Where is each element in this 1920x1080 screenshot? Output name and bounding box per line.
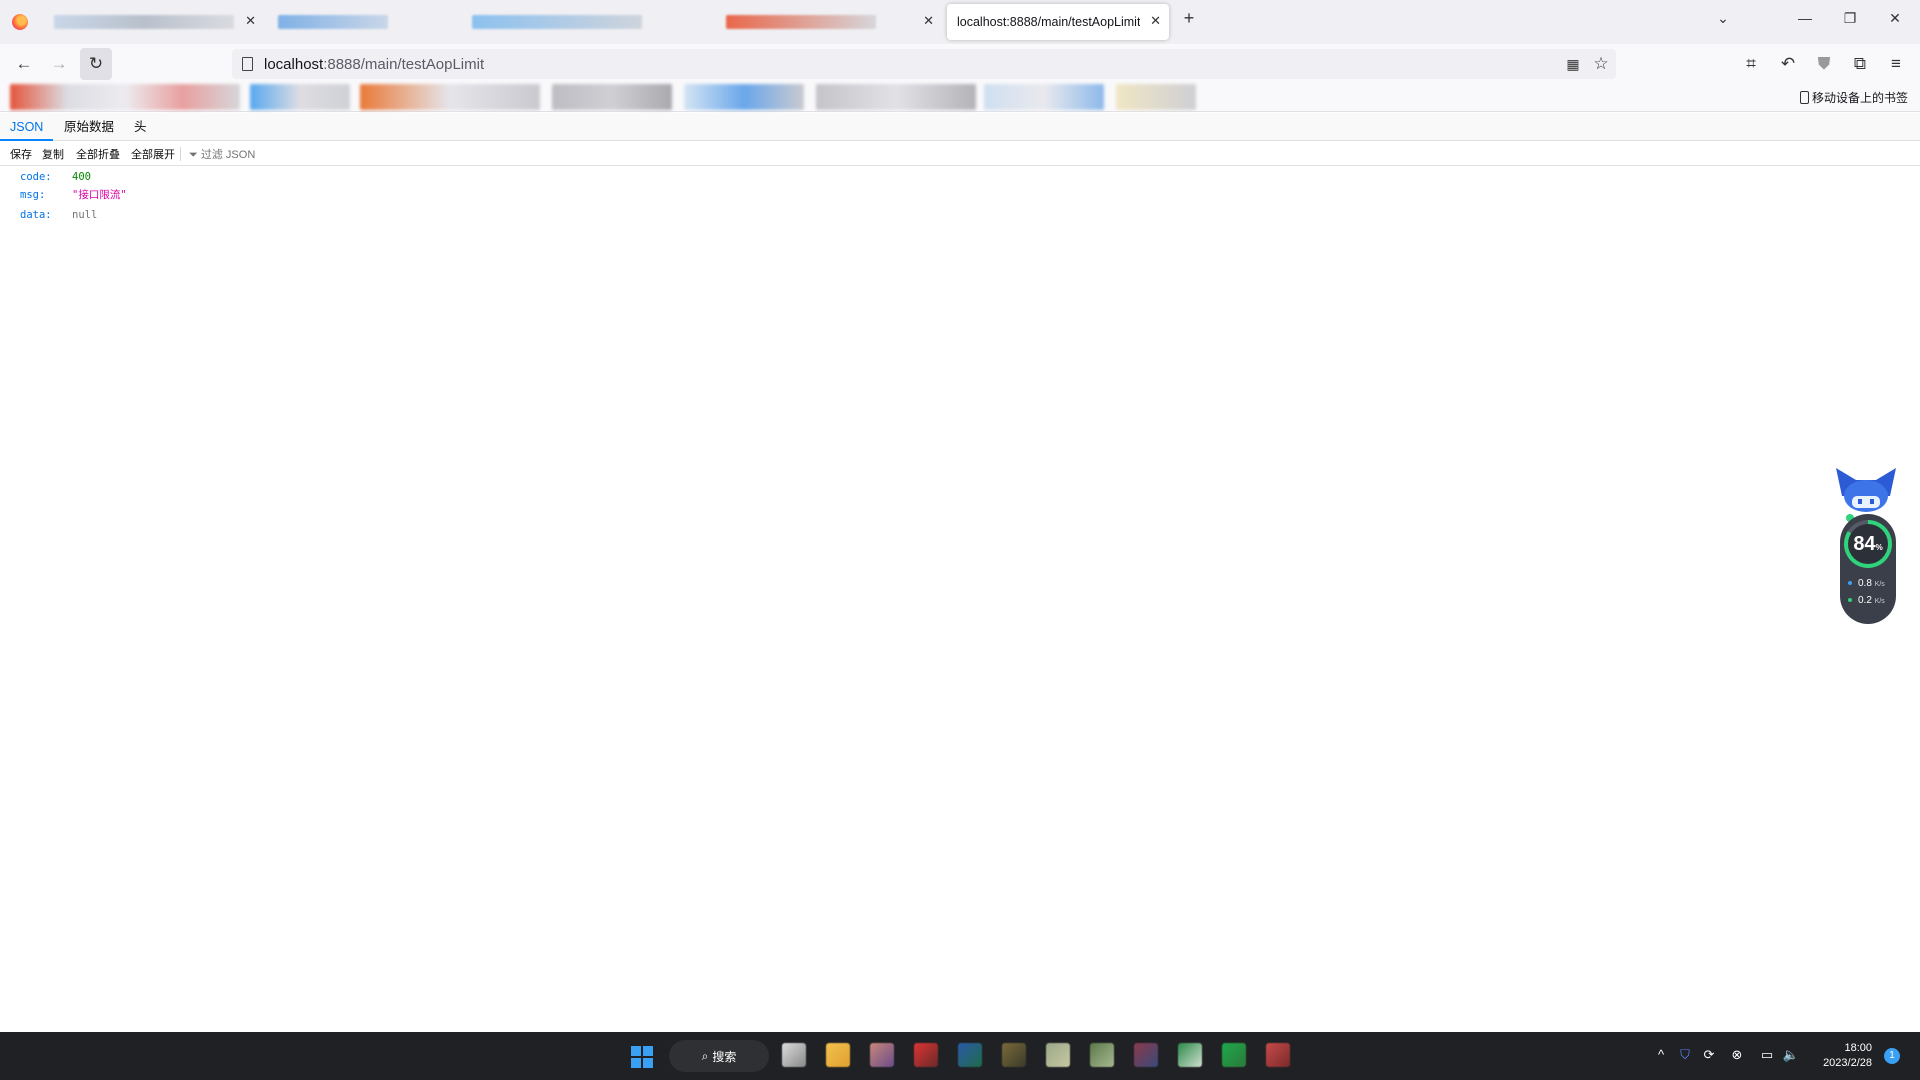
taskbar-search[interactable]: ⌕ 搜索 [669,1040,769,1072]
search-icon: ⌕ [701,1048,709,1063]
tab-raw-data[interactable]: 原始数据 [54,113,124,141]
shield-extension-icon[interactable]: ⛊ [1813,53,1835,75]
taskbar-app-icon[interactable] [1002,1043,1026,1067]
bookmark-item-blurred[interactable] [360,84,540,110]
undo-arrow-icon[interactable]: ↶ [1777,53,1799,75]
taskbar-app-icon[interactable] [870,1043,894,1067]
filter-funnel-icon: ⏷ [189,149,198,161]
taskview-icon[interactable] [782,1043,806,1067]
save-button[interactable]: 保存 [10,146,32,162]
reload-icon[interactable]: ↻ [85,53,107,75]
taskbar-app-icon[interactable] [1134,1043,1158,1067]
forward-arrow-icon[interactable]: → [48,53,70,75]
url-text[interactable]: localhost:8888/main/testAopLimit [264,56,484,73]
taskbar-app-icon[interactable] [1222,1043,1246,1067]
bookmarks-toolbar: 移动设备上的书签 [0,84,1920,112]
bookmark-item-blurred[interactable] [10,84,240,110]
taskbar-app-icon[interactable] [1266,1043,1290,1067]
new-tab-button[interactable]: + [1174,8,1204,29]
close-icon[interactable]: ✕ [923,13,934,29]
bookmark-item-blurred[interactable] [984,84,1104,110]
firefox-logo-icon[interactable] [12,14,28,30]
tab-json[interactable]: JSON [0,113,54,141]
taskbar-app-icon[interactable] [1090,1043,1114,1067]
json-key: data: [20,209,52,221]
json-row-code: code: 400 [20,168,91,186]
taskbar-app-icon[interactable] [1046,1043,1070,1067]
json-row-data: data: null [20,206,97,224]
windows-start-icon[interactable] [631,1046,653,1068]
tab-strip: ✕ ✕ localhost:8888/main/testAopLimit ✕ +… [0,0,1920,44]
mobile-bookmarks-label: 移动设备上的书签 [1811,91,1908,105]
phone-icon [1799,91,1809,104]
screenshot-crop-icon[interactable]: ⌗ [1740,53,1762,75]
collapse-all-button[interactable]: 全部折叠 [76,146,120,162]
back-arrow-icon[interactable]: ← [13,53,35,75]
upload-speed: 0.8 K/s [1848,578,1885,589]
usage-percent: 84% [1848,524,1888,564]
sync-tray-icon[interactable]: ⟳ [1700,1047,1718,1063]
network-tray-icon[interactable]: ▭ [1758,1047,1776,1063]
bookmark-item-blurred[interactable] [684,84,804,110]
address-bar[interactable]: localhost:8888/main/testAopLimit ▦ ☆ [232,49,1616,79]
tab-headers[interactable]: 头 [124,113,157,141]
bookmark-item-blurred[interactable] [1116,84,1196,110]
copy-button[interactable]: 复制 [42,146,64,162]
json-row-msg: msg: "接口限流" [20,186,127,204]
close-circle-tray-icon[interactable]: ⊗ [1728,1047,1746,1063]
json-value-null: null [72,209,98,221]
bookmark-item-blurred[interactable] [552,84,672,110]
shield-tray-icon[interactable]: ⛉ [1676,1047,1694,1063]
navigation-toolbar: ← → ↻ localhost:8888/main/testAopLimit ▦… [0,44,1920,84]
json-viewer-tabs: JSON 原始数据 头 [0,113,1920,141]
search-label: 搜索 [712,1049,737,1064]
bookmark-item-blurred[interactable] [816,84,976,110]
notification-badge[interactable]: 1 [1884,1048,1900,1064]
close-tab-icon[interactable]: ✕ [1150,13,1161,29]
page-icon [242,57,253,71]
clock-date: 2023/2/28 [1823,1057,1872,1069]
file-explorer-icon[interactable] [826,1043,850,1067]
json-value-string: "接口限流" [72,189,127,201]
network-monitor-widget[interactable]: 84% 0.8 K/s 0.2 K/s [1832,466,1902,626]
usage-ring: 84% [1844,520,1892,568]
taskbar: ⌕ 搜索 ^ ⛉ ⟳ ⊗ ▭ 🔈 18:00 2023/2/28 1 [0,1032,1920,1080]
volume-tray-icon[interactable]: 🔈 [1782,1047,1800,1063]
tab-blurred-3[interactable] [462,4,702,40]
tab-active[interactable]: localhost:8888/main/testAopLimit ✕ [947,4,1169,40]
clock-time: 18:00 [1844,1042,1872,1054]
taskbar-app-icon[interactable] [1178,1043,1202,1067]
gauge-panel: 84% 0.8 K/s 0.2 K/s [1840,514,1896,624]
restore-button[interactable]: ❐ [1835,10,1865,27]
tab-blurred-2[interactable] [268,4,458,40]
tab-title: localhost:8888/main/testAopLimit [957,15,1141,29]
list-all-tabs-icon[interactable]: ⌄ [1708,10,1738,27]
bookmark-star-icon[interactable]: ☆ [1590,53,1612,75]
mobile-bookmarks[interactable]: 移动设备上的书签 [1799,89,1908,106]
json-value-number: 400 [72,171,91,183]
json-key: code: [20,171,52,183]
json-toolbar: 保存 复制 全部折叠 全部展开 ⏷ 过滤 JSON [0,142,1920,166]
system-clock[interactable]: 18:00 2023/2/28 [1812,1041,1872,1071]
filter-json-input[interactable]: ⏷ 过滤 JSON [189,146,255,162]
close-icon[interactable]: ✕ [245,13,256,29]
toolbar-divider [180,147,181,161]
minimize-button[interactable]: — [1790,10,1820,26]
qr-code-icon[interactable]: ▦ [1562,53,1584,75]
chevron-up-icon[interactable]: ^ [1652,1047,1670,1062]
tab-blurred-4[interactable]: ✕ [716,4,942,40]
taskbar-app-icon[interactable] [958,1043,982,1067]
download-speed: 0.2 K/s [1848,595,1885,606]
expand-all-button[interactable]: 全部展开 [131,146,175,162]
tab-blurred-1[interactable]: ✕ [44,4,264,40]
taskbar-app-icon[interactable] [914,1043,938,1067]
json-key: msg: [20,189,46,201]
close-window-button[interactable]: ✕ [1880,10,1910,27]
menu-hamburger-icon[interactable]: ≡ [1885,53,1907,75]
extensions-puzzle-icon[interactable]: ⧉ [1849,53,1871,75]
bookmark-item-blurred[interactable] [250,84,350,110]
